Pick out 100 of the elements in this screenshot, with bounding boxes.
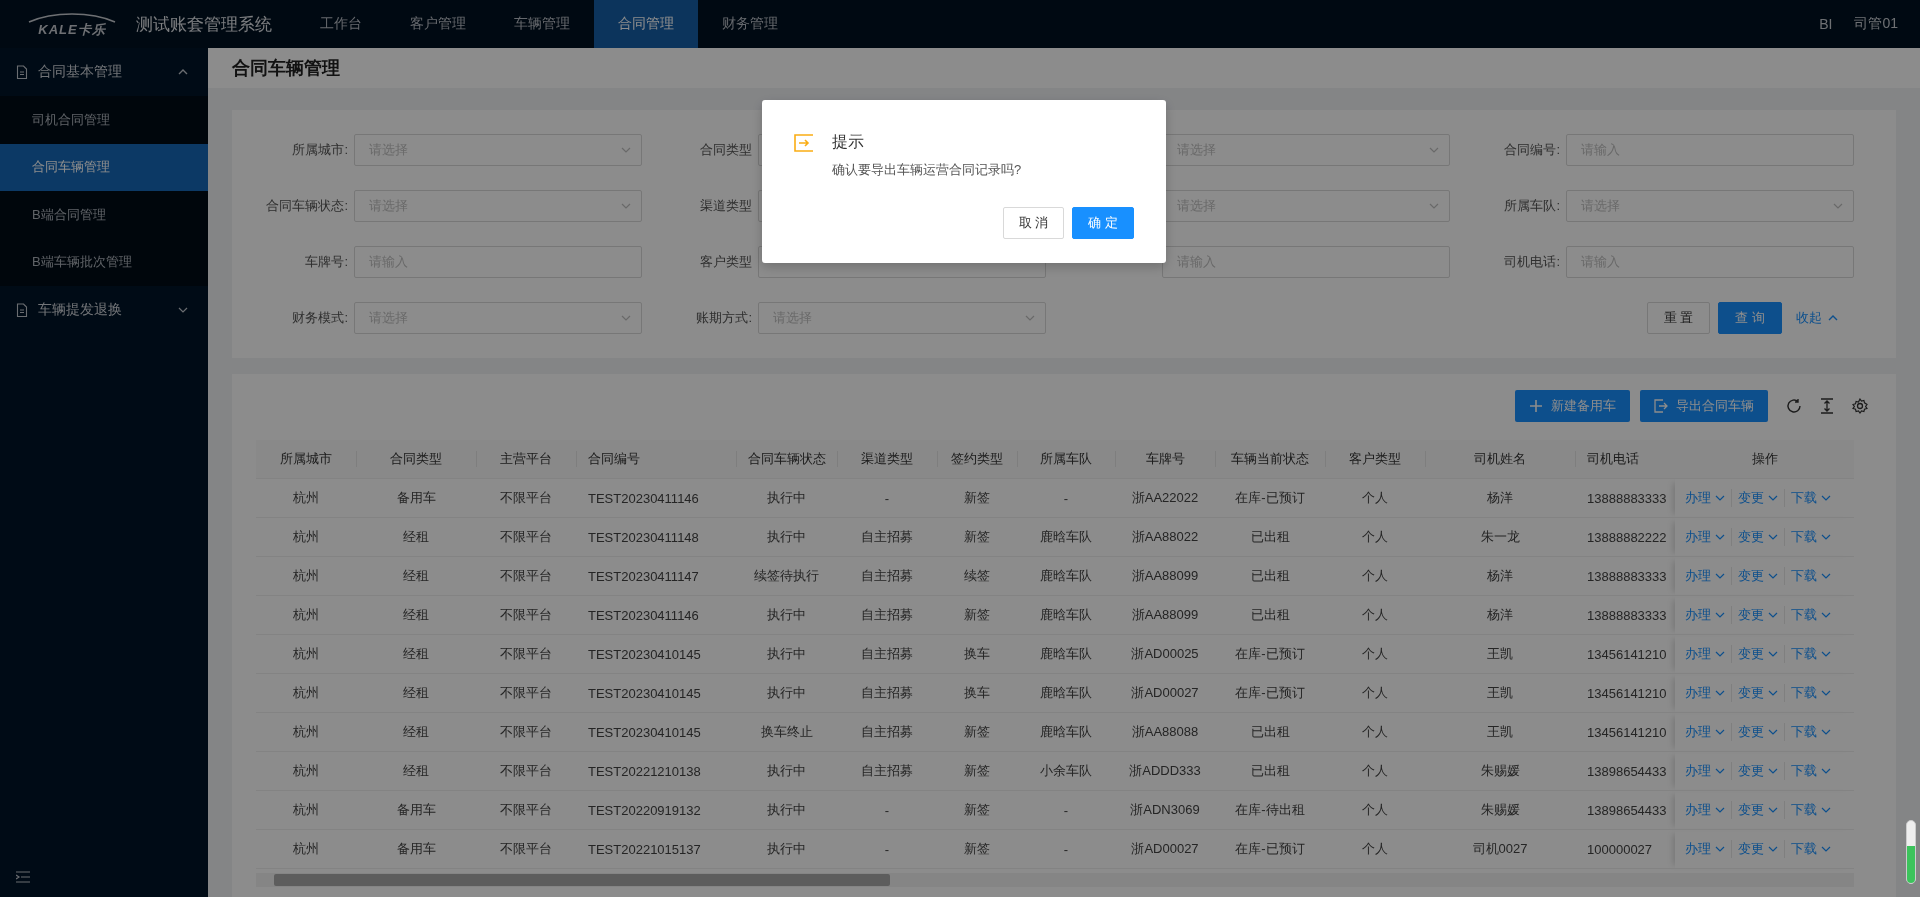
- action-dropdown-link[interactable]: 变更: [1731, 762, 1784, 780]
- action-dropdown-link[interactable]: 变更: [1731, 567, 1784, 585]
- table-cell: TEST20221015137: [576, 829, 736, 869]
- table-cell: -: [1017, 478, 1115, 518]
- action-dropdown-link[interactable]: 办理: [1683, 762, 1731, 780]
- table-cell: 经租: [356, 595, 476, 635]
- action-dropdown-link[interactable]: 办理: [1683, 567, 1731, 585]
- export-icon: [1654, 399, 1668, 413]
- action-dropdown-link[interactable]: 下载: [1784, 567, 1837, 585]
- table-cell: -: [837, 478, 937, 518]
- reset-button[interactable]: 重 置: [1646, 302, 1711, 334]
- table-cell: 浙AD00027: [1115, 673, 1215, 713]
- action-dropdown-link[interactable]: 变更: [1731, 801, 1784, 819]
- table-cell: 不限平台: [476, 556, 576, 596]
- field-label: 渠道类型: [699, 197, 752, 215]
- confirm-button[interactable]: 确 定: [1072, 207, 1134, 239]
- table-cell: 在库-已预订: [1215, 634, 1325, 674]
- nav-tab[interactable]: 合同管理: [594, 0, 698, 48]
- action-dropdown-link[interactable]: 下载: [1784, 801, 1837, 819]
- bi-link[interactable]: BI: [1819, 16, 1833, 32]
- table-cell: 自主招募: [837, 556, 937, 596]
- export-button[interactable]: 导出合同车辆: [1640, 390, 1768, 422]
- table-cell: 杭州: [256, 595, 356, 635]
- action-dropdown-link[interactable]: 办理: [1683, 801, 1731, 819]
- action-dropdown-link[interactable]: 变更: [1731, 645, 1784, 663]
- caret-icon: [1715, 495, 1725, 501]
- sidebar-item[interactable]: B端合同管理: [0, 191, 208, 239]
- action-dropdown-link[interactable]: 下载: [1784, 840, 1837, 858]
- action-dropdown-link[interactable]: 办理: [1683, 684, 1731, 702]
- table-cell: 执行中: [736, 790, 837, 830]
- cancel-button[interactable]: 取 消: [1002, 207, 1065, 239]
- row-height-icon[interactable]: [1820, 398, 1834, 414]
- field-label: 财务模式:: [291, 309, 348, 327]
- sidebar-group[interactable]: 车辆提发退换: [0, 286, 208, 334]
- chevron-down-icon: [621, 315, 631, 321]
- table-cell: 朱赐媛: [1425, 751, 1575, 791]
- table-cell: 在库-待出租: [1215, 790, 1325, 830]
- action-dropdown-link[interactable]: 变更: [1731, 606, 1784, 624]
- action-dropdown-link[interactable]: 变更: [1731, 840, 1784, 858]
- nav-tab[interactable]: 车辆管理: [490, 0, 594, 48]
- table-cell: 个人: [1325, 751, 1425, 791]
- table-cell: 鹿晗车队: [1017, 556, 1115, 596]
- field-label: 合同编号:: [1503, 141, 1560, 159]
- logo: KALE卡乐: [22, 12, 122, 36]
- nav-tab[interactable]: 财务管理: [698, 0, 802, 48]
- action-dropdown-link[interactable]: 变更: [1731, 723, 1784, 741]
- table-cell: 在库-已预订: [1215, 829, 1325, 869]
- table-cell: 小余车队: [1017, 751, 1115, 791]
- caret-icon: [1768, 534, 1778, 540]
- table-cell: TEST20230410145: [576, 712, 736, 752]
- search-button[interactable]: 查 询: [1718, 302, 1782, 334]
- action-dropdown-link[interactable]: 办理: [1683, 606, 1731, 624]
- action-dropdown-link[interactable]: 办理: [1683, 489, 1731, 507]
- table-cell: 13888883333: [1575, 556, 1675, 596]
- table-cell: 杭州: [256, 478, 356, 518]
- refresh-icon[interactable]: [1786, 398, 1802, 414]
- action-dropdown-link[interactable]: 变更: [1731, 489, 1784, 507]
- action-dropdown-link[interactable]: 变更: [1731, 684, 1784, 702]
- table-cell: TEST20230411146: [576, 478, 736, 518]
- field-label: 合同类型: [699, 141, 752, 159]
- table-cell: 续签: [937, 556, 1017, 596]
- action-dropdown-link[interactable]: 变更: [1731, 528, 1784, 546]
- page-title: 合同车辆管理: [232, 57, 340, 80]
- action-dropdown-link[interactable]: 办理: [1683, 840, 1731, 858]
- horizontal-scrollbar[interactable]: [256, 873, 1854, 887]
- action-dropdown-link[interactable]: 办理: [1683, 528, 1731, 546]
- caret-icon: [1821, 768, 1831, 774]
- action-dropdown-link[interactable]: 下载: [1784, 606, 1837, 624]
- sidebar-group[interactable]: 合同基本管理: [0, 48, 208, 96]
- new-spare-car-button[interactable]: 新建备用车: [1515, 390, 1630, 422]
- nav-tab[interactable]: 客户管理: [386, 0, 490, 48]
- action-dropdown-link[interactable]: 下载: [1784, 528, 1837, 546]
- caret-icon: [1715, 612, 1725, 618]
- action-dropdown-link[interactable]: 下载: [1784, 762, 1837, 780]
- action-dropdown-link[interactable]: 办理: [1683, 723, 1731, 741]
- table-cell: 执行中: [736, 673, 837, 713]
- chevron-down-icon: [621, 147, 631, 153]
- sidebar-item[interactable]: 司机合同管理: [0, 96, 208, 144]
- table-cell: 不限平台: [476, 478, 576, 518]
- user-name[interactable]: 司管01: [1854, 15, 1898, 33]
- action-dropdown-link[interactable]: 下载: [1784, 489, 1837, 507]
- collapse-link[interactable]: 收起: [1796, 309, 1838, 327]
- collapse-menu-icon[interactable]: [16, 871, 30, 883]
- sidebar-item[interactable]: B端车辆批次管理: [0, 238, 208, 286]
- table-cell: 13888883333: [1575, 595, 1675, 635]
- table-cell: 浙AD00025: [1115, 634, 1215, 674]
- table-cell: 备用车: [356, 478, 476, 518]
- table-cell: 换车: [937, 634, 1017, 674]
- action-dropdown-link[interactable]: 办理: [1683, 645, 1731, 663]
- caret-icon: [1821, 534, 1831, 540]
- action-dropdown-link[interactable]: 下载: [1784, 723, 1837, 741]
- nav-tab[interactable]: 工作台: [296, 0, 386, 48]
- action-dropdown-link[interactable]: 下载: [1784, 684, 1837, 702]
- table-cell: 个人: [1325, 712, 1425, 752]
- action-dropdown-link[interactable]: 下载: [1784, 645, 1837, 663]
- table-cell: 备用车: [356, 790, 476, 830]
- table-cell: TEST20221210138: [576, 751, 736, 791]
- chevron-down-icon: [178, 307, 188, 313]
- settings-icon[interactable]: [1852, 398, 1868, 414]
- sidebar-item[interactable]: 合同车辆管理: [0, 143, 208, 191]
